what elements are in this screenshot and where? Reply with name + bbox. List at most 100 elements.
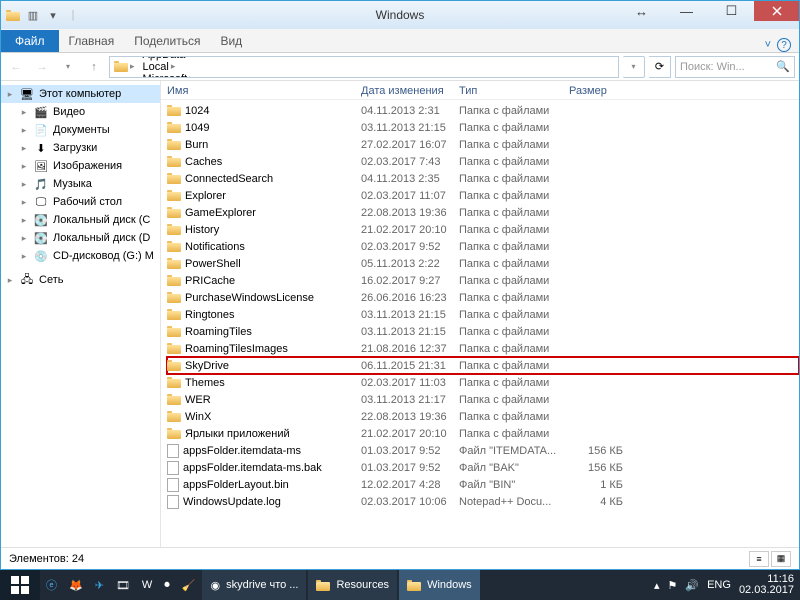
tray-action-center-icon[interactable]: ⚑	[668, 579, 678, 592]
column-headers[interactable]: Имя Дата изменения Тип Размер	[161, 81, 799, 100]
list-item[interactable]: SkyDrive06.11.2015 21:31Папка с файлами	[167, 357, 799, 374]
nav-item[interactable]: ▸🎵Музыка	[1, 175, 160, 193]
list-item[interactable]: Ringtones03.11.2013 21:15Папка с файлами	[167, 306, 799, 323]
column-size[interactable]: Размер	[569, 85, 629, 97]
nav-item-label: Изображения	[53, 160, 122, 172]
search-input[interactable]: Поиск: Win... 🔍	[675, 56, 795, 78]
recent-dropdown[interactable]: ▾	[57, 56, 79, 78]
folder-icon	[407, 580, 421, 591]
tab-share[interactable]: Поделиться	[124, 30, 210, 52]
taskbar-pin-telegram[interactable]: ✈	[89, 570, 110, 600]
list-item[interactable]: Explorer02.03.2017 11:07Папка с файлами	[167, 187, 799, 204]
item-name: SkyDrive	[185, 360, 229, 372]
tab-view[interactable]: Вид	[210, 30, 252, 52]
list-item[interactable]: appsFolderLayout.bin12.02.2017 4:28Файл …	[167, 476, 799, 493]
qat-separator: |	[65, 7, 81, 23]
item-name: Explorer	[185, 190, 226, 202]
nav-item[interactable]: ▸🖵Рабочий стол	[1, 193, 160, 211]
nav-item[interactable]: ▸📄Документы	[1, 121, 160, 139]
list-item[interactable]: 104903.11.2013 21:15Папка с файлами	[167, 119, 799, 136]
list-item[interactable]: appsFolder.itemdata-ms01.03.2017 9:52Фай…	[167, 442, 799, 459]
list-item[interactable]: appsFolder.itemdata-ms.bak01.03.2017 9:5…	[167, 459, 799, 476]
double-arrow-icon[interactable]: ↔	[619, 1, 664, 21]
qat-properties-icon[interactable]: ▥	[25, 7, 41, 23]
start-button[interactable]	[0, 570, 40, 600]
view-large-button[interactable]: ▦	[771, 551, 791, 567]
tab-home[interactable]: Главная	[59, 30, 125, 52]
list-item[interactable]: PowerShell05.11.2013 2:22Папка с файлами	[167, 255, 799, 272]
system-tray[interactable]: ▴ ⚑ 🔊 ENG 11:16 02.03.2017	[654, 574, 800, 596]
view-details-button[interactable]: ≡	[749, 551, 769, 567]
tray-language[interactable]: ENG	[707, 579, 731, 591]
item-size: 156 КБ	[569, 462, 629, 474]
nav-item[interactable]: ▸🎬Видео	[1, 103, 160, 121]
nav-item[interactable]: ▸💽Локальный диск (C	[1, 211, 160, 229]
forward-button[interactable]: →	[31, 56, 53, 78]
taskbar-task[interactable]: Windows	[399, 570, 480, 600]
list-item[interactable]: RoamingTiles03.11.2013 21:15Папка с файл…	[167, 323, 799, 340]
list-item[interactable]: History21.02.2017 20:10Папка с файлами	[167, 221, 799, 238]
list-item[interactable]: Caches02.03.2017 7:43Папка с файлами	[167, 153, 799, 170]
address-dropdown[interactable]: ▾	[623, 56, 645, 78]
item-date: 04.11.2013 2:35	[361, 173, 459, 185]
list-item[interactable]: Burn27.02.2017 16:07Папка с файлами	[167, 136, 799, 153]
taskbar-pin-ccleaner[interactable]: 🧹	[176, 570, 202, 600]
column-date[interactable]: Дата изменения	[361, 85, 459, 97]
list-item[interactable]: ConnectedSearch04.11.2013 2:35Папка с фа…	[167, 170, 799, 187]
column-type[interactable]: Тип	[459, 85, 569, 97]
tab-file[interactable]: Файл	[1, 30, 59, 52]
back-button[interactable]: ←	[5, 56, 27, 78]
taskbar-pin-word[interactable]: W	[136, 570, 158, 600]
nav-network[interactable]: ▸ 🖧 Сеть	[1, 271, 160, 289]
list-item[interactable]: 102404.11.2013 2:31Папка с файлами	[167, 102, 799, 119]
ribbon-expand-icon[interactable]: ˅	[765, 39, 771, 51]
list-item[interactable]: Ярлыки приложений21.02.2017 20:10Папка с…	[167, 425, 799, 442]
minimize-button[interactable]: —	[664, 1, 709, 21]
taskbar-task[interactable]: Resources	[308, 570, 397, 600]
nav-this-pc[interactable]: ▸ 🖥 Этот компьютер	[1, 85, 160, 103]
item-type: Папка с файлами	[459, 411, 569, 423]
list-item[interactable]: WER03.11.2013 21:17Папка с файлами	[167, 391, 799, 408]
taskbar-pin-rec[interactable]: ⏺	[158, 570, 176, 600]
help-icon[interactable]: ?	[777, 38, 791, 52]
list-item[interactable]: RoamingTilesImages21.08.2016 12:37Папка …	[167, 340, 799, 357]
list-item[interactable]: GameExplorer22.08.2013 19:36Папка с файл…	[167, 204, 799, 221]
navigation-pane[interactable]: ▸ 🖥 Этот компьютер ▸🎬Видео▸📄Документы▸⬇З…	[1, 81, 161, 547]
close-button[interactable]	[754, 1, 799, 21]
task-label: Windows	[427, 579, 472, 591]
taskbar-task[interactable]: ◉skydrive что ...	[202, 570, 306, 600]
list-item[interactable]: WinX22.08.2013 19:36Папка с файлами	[167, 408, 799, 425]
list-item[interactable]: Themes02.03.2017 11:03Папка с файлами	[167, 374, 799, 391]
nav-item[interactable]: ▸⬇Загрузки	[1, 139, 160, 157]
column-name[interactable]: Имя	[167, 85, 361, 97]
tray-overflow-icon[interactable]: ▴	[654, 579, 660, 592]
breadcrumb-segment[interactable]: Microsoft ▸	[139, 73, 233, 78]
taskbar[interactable]: ⓔ 🦊 ✈ 🎞W⏺🧹◉skydrive что ...Resources Wind…	[0, 570, 800, 600]
list-item[interactable]: WindowsUpdate.log02.03.2017 10:06Notepad…	[167, 493, 799, 510]
taskbar-pin-ie[interactable]: ⓔ	[40, 570, 63, 600]
folder-icon	[167, 309, 181, 320]
list-item[interactable]: PurchaseWindowsLicense26.06.2016 16:23Па…	[167, 289, 799, 306]
taskbar-pin-firefox[interactable]: 🦊	[63, 570, 89, 600]
nav-item[interactable]: ▸💽Локальный диск (D	[1, 229, 160, 247]
tray-clock[interactable]: 11:16 02.03.2017	[739, 574, 794, 596]
nav-item[interactable]: ▸🖼Изображения	[1, 157, 160, 175]
nav-item[interactable]: ▸💿CD-дисковод (G:) М	[1, 247, 160, 265]
titlebar[interactable]: ▥ ▾ | Windows ↔ — ☐	[1, 1, 799, 29]
maximize-button[interactable]: ☐	[709, 1, 754, 21]
taskbar-pin-studio[interactable]: 🎞	[110, 570, 136, 600]
tray-volume-icon[interactable]: 🔊	[685, 579, 699, 592]
nav-item-label: Рабочий стол	[53, 196, 122, 208]
list-item[interactable]: Notifications02.03.2017 9:52Папка с файл…	[167, 238, 799, 255]
qat-newfolder-icon[interactable]: ▾	[45, 7, 61, 23]
list-item[interactable]: PRICache16.02.2017 9:27Папка с файлами	[167, 272, 799, 289]
address-bar[interactable]: ▸ Администратор ▸AppData ▸Local ▸Microso…	[109, 56, 619, 78]
item-name: appsFolder.itemdata-ms.bak	[183, 462, 322, 474]
item-date: 21.02.2017 20:10	[361, 428, 459, 440]
folder-icon	[167, 122, 181, 133]
refresh-button[interactable]: ⟳	[649, 56, 671, 78]
breadcrumb-segment[interactable]: Local ▸	[139, 61, 233, 73]
folder-icon	[114, 61, 128, 72]
image-icon: 🖼	[33, 158, 49, 174]
up-button[interactable]: ↑	[83, 56, 105, 78]
